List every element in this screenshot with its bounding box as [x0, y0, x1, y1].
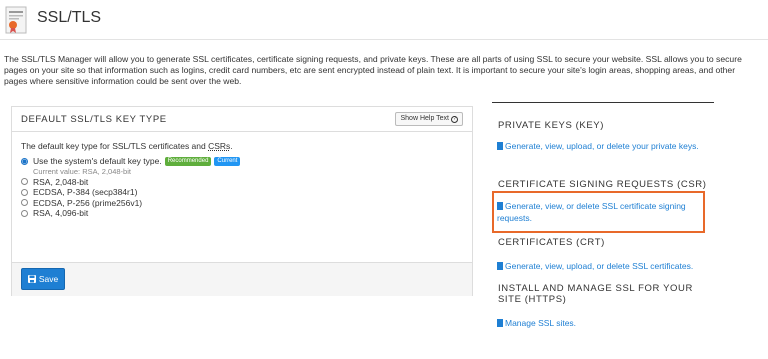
- panel-body: The default key type for SSL/TLS certifi…: [21, 141, 461, 219]
- csr-abbr: CSRs: [208, 141, 231, 151]
- intro-text: The SSL/TLS Manager will allow you to ge…: [4, 54, 742, 86]
- radio-rsa-2048[interactable]: [21, 178, 28, 186]
- document-icon: [497, 262, 503, 270]
- sidebar: PRIVATE KEYS (KEY) Generate, view, uploa…: [492, 102, 714, 328]
- link-text: Generate, view, upload, or delete SSL ce…: [505, 261, 694, 271]
- csr-highlight-box: [492, 191, 705, 233]
- certificates-heading: CERTIFICATES (CRT): [498, 237, 605, 248]
- radio-ecdsa-p384[interactable]: [21, 188, 28, 196]
- key-type-panel: DEFAULT SSL/TLS KEY TYPE Show Help Text …: [11, 106, 473, 296]
- private-keys-heading: PRIVATE KEYS (KEY): [498, 120, 604, 131]
- floppy-disk-icon: [27, 275, 36, 283]
- option-rsa-4096[interactable]: RSA, 4,096-bit: [21, 208, 461, 219]
- help-button-label: Show Help Text: [400, 115, 449, 122]
- option-label: Use the system's default key type.: [33, 156, 162, 167]
- show-help-button[interactable]: Show Help Text ?: [395, 112, 463, 126]
- page-header: SSL/TLS: [0, 0, 768, 40]
- panel-footer: Save: [12, 262, 472, 296]
- description-suffix: .: [230, 141, 233, 151]
- description-text: The default key type for SSL/TLS certifi…: [21, 141, 209, 151]
- link-text: Manage SSL sites.: [505, 318, 577, 328]
- radio-rsa-4096[interactable]: [21, 209, 28, 217]
- panel-description: The default key type for SSL/TLS certifi…: [21, 141, 461, 151]
- manage-ssl-link[interactable]: Manage SSL sites.: [497, 317, 576, 329]
- option-default[interactable]: Use the system's default key type. Recom…: [21, 156, 461, 167]
- option-rsa-2048[interactable]: RSA, 2,048-bit: [21, 177, 461, 188]
- document-icon: [497, 142, 503, 150]
- current-badge: Current: [214, 156, 241, 166]
- option-label: RSA, 4,096-bit: [33, 208, 89, 219]
- option-label: RSA, 2,048-bit: [33, 176, 89, 187]
- save-label: Save: [38, 274, 59, 284]
- panel-title: DEFAULT SSL/TLS KEY TYPE: [21, 114, 167, 125]
- document-icon: [497, 319, 503, 327]
- private-keys-link[interactable]: Generate, view, upload, or delete your p…: [497, 140, 707, 152]
- option-label: ECDSA, P-384 (secp384r1): [33, 187, 138, 198]
- option-ecdsa-p384[interactable]: ECDSA, P-384 (secp384r1): [21, 187, 461, 198]
- csr-heading: CERTIFICATE SIGNING REQUESTS (CSR): [498, 179, 707, 190]
- recommended-badge: Recommended: [164, 156, 212, 166]
- page-title: SSL/TLS: [37, 9, 102, 26]
- install-ssl-heading: INSTALL AND MANAGE SSL FOR YOUR SITE (HT…: [498, 283, 693, 305]
- link-text: Generate, view, upload, or delete your p…: [505, 141, 699, 151]
- certificate-icon: [5, 6, 27, 34]
- certificates-link[interactable]: Generate, view, upload, or delete SSL ce…: [497, 260, 719, 272]
- current-value-text: Current value: RSA, 2,048-bit: [33, 166, 131, 176]
- save-button[interactable]: Save: [21, 268, 65, 290]
- radio-ecdsa-p256[interactable]: [21, 199, 28, 207]
- panel-header: DEFAULT SSL/TLS KEY TYPE Show Help Text …: [12, 107, 472, 132]
- help-icon: ?: [451, 115, 458, 123]
- radio-default[interactable]: [21, 157, 28, 165]
- option-ecdsa-p256[interactable]: ECDSA, P-256 (prime256v1): [21, 198, 461, 209]
- option-label: ECDSA, P-256 (prime256v1): [33, 197, 143, 208]
